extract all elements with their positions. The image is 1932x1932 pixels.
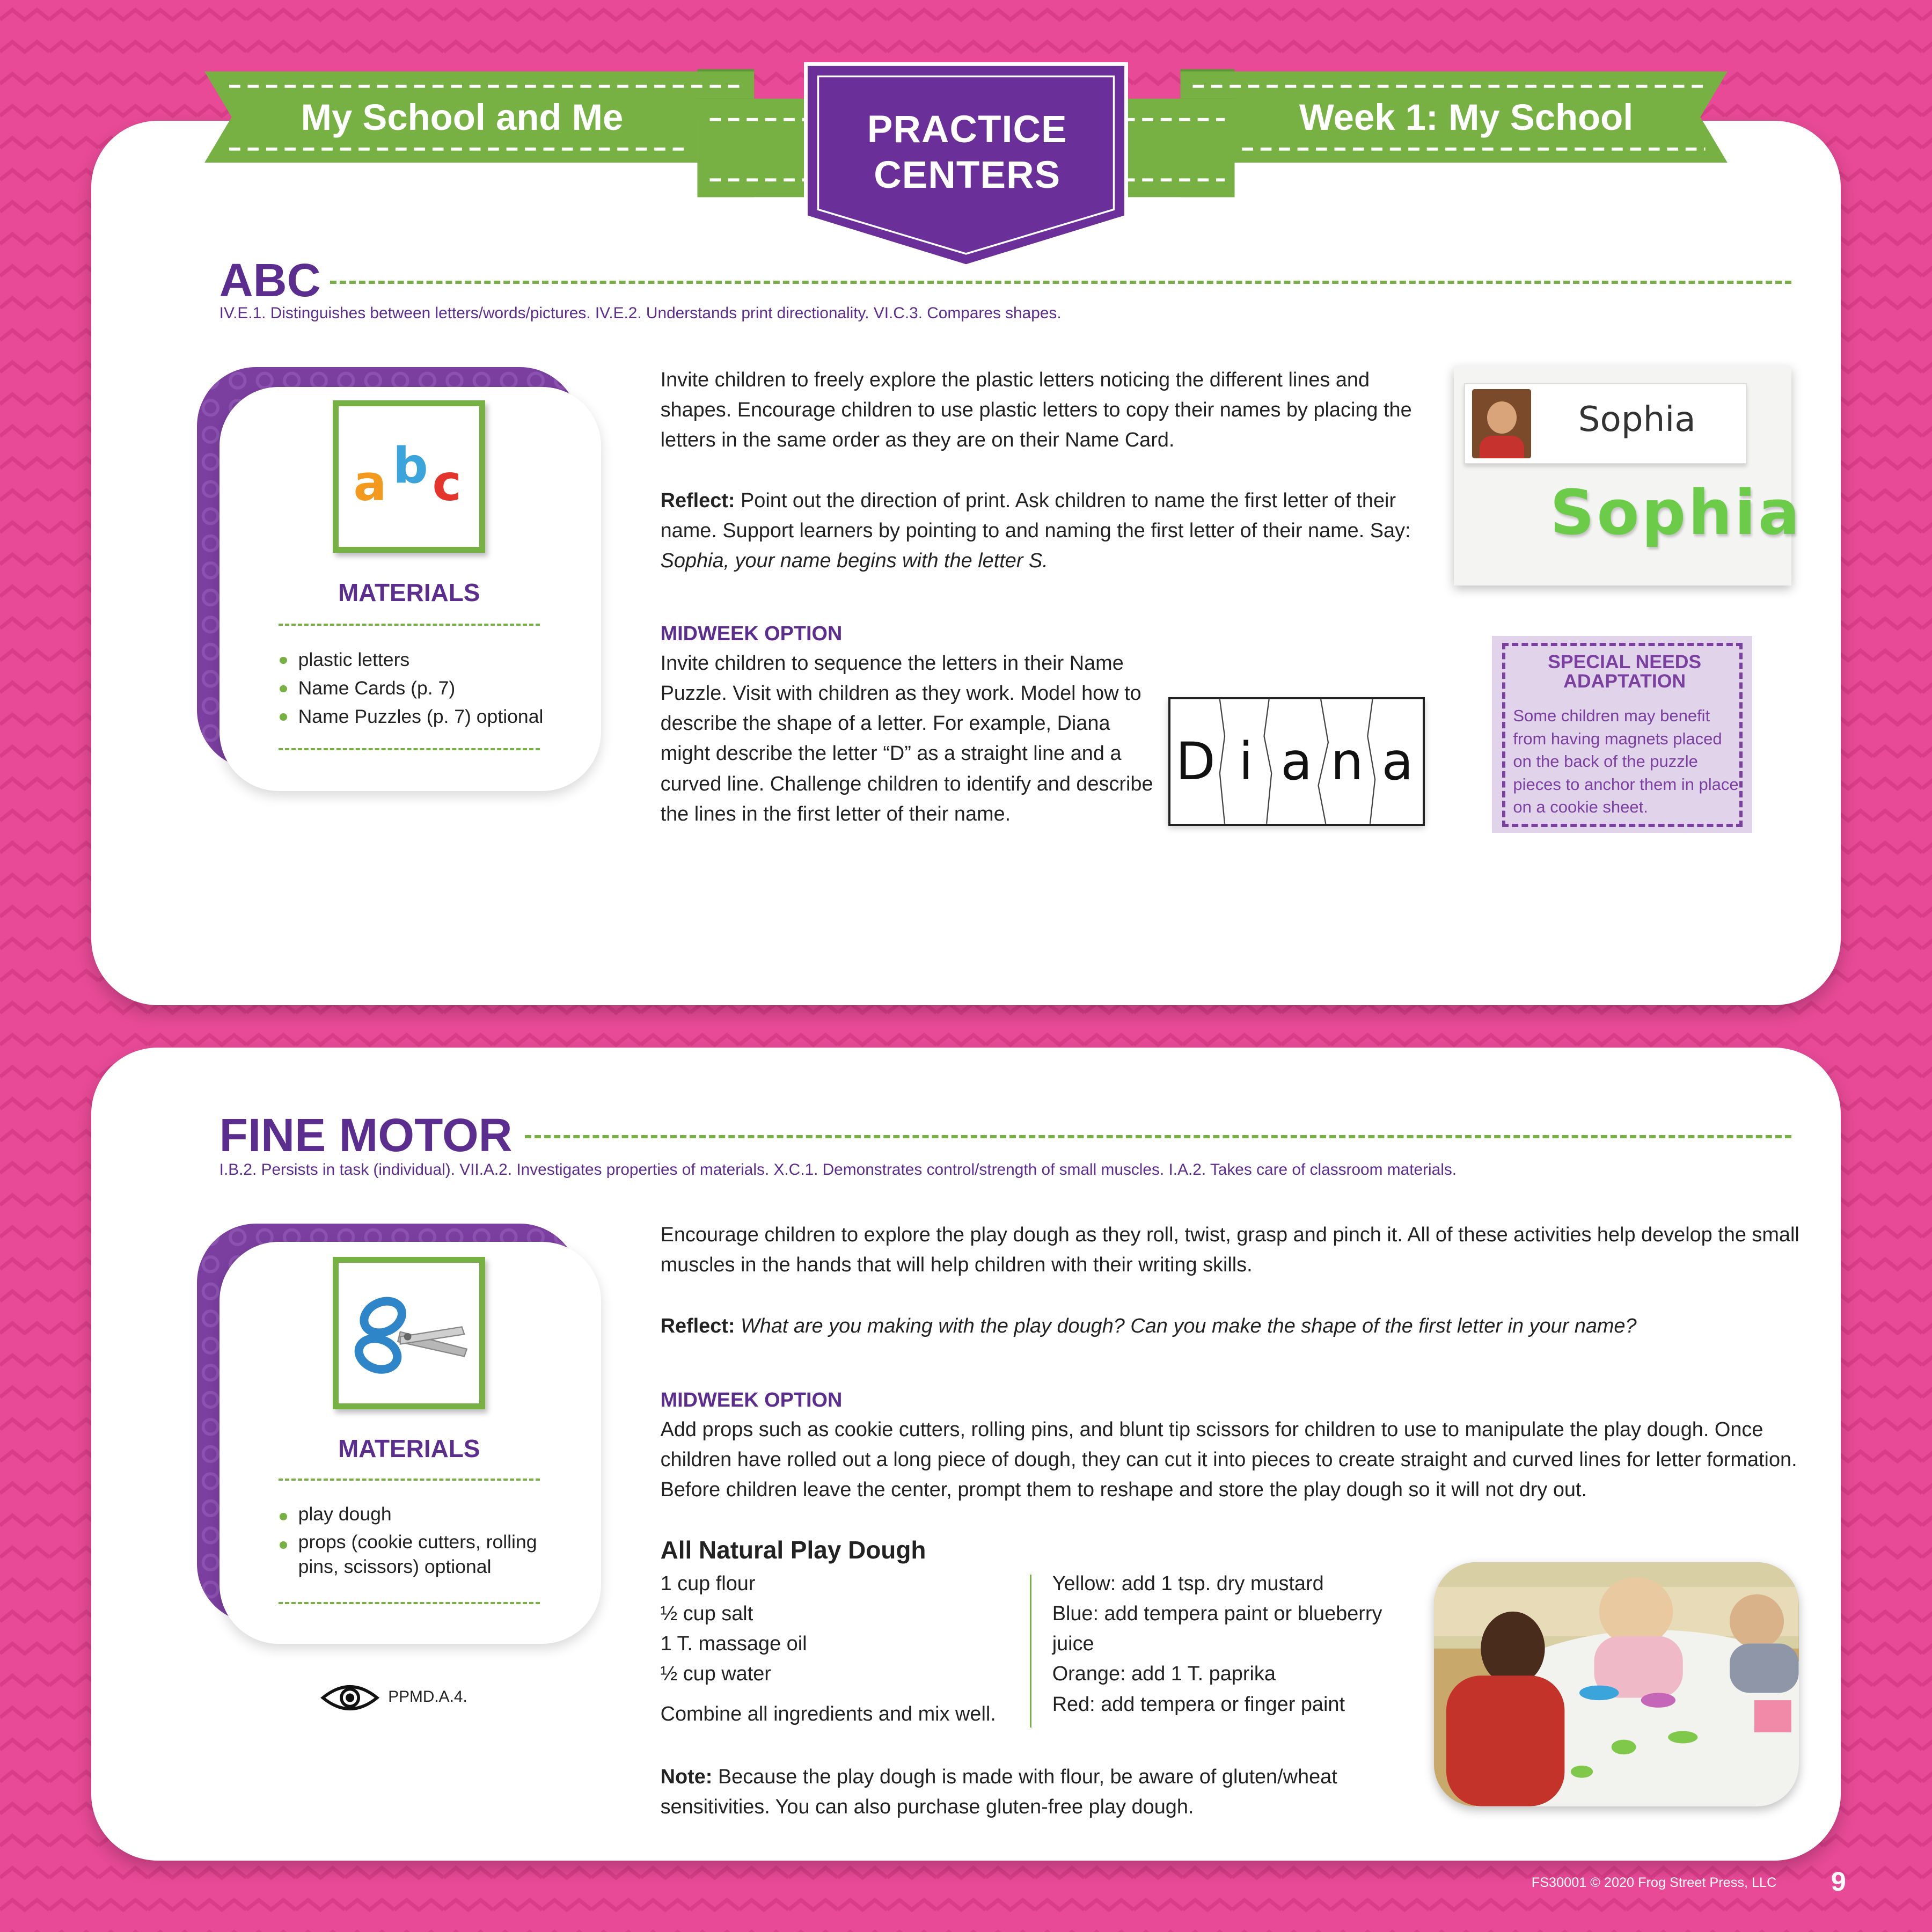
list-item: Name Puzzles (p. 7) optional (279, 702, 562, 731)
fine-motor-materials-title: MATERIALS (338, 1435, 480, 1463)
list-item: props (cookie cutters, rolling pins, sci… (279, 1530, 552, 1579)
list-item: plastic letters (279, 646, 562, 674)
play-dough-photo (1434, 1562, 1799, 1806)
svg-text:a: a (353, 455, 386, 512)
week-ribbon-right: Week 1: My School (1299, 96, 1634, 138)
fine-motor-standards: I.B.2. Persists in task (individual). VI… (219, 1160, 1457, 1179)
fine-motor-title: FINE MOTOR (219, 1109, 513, 1162)
name-card-photo: Sophia Sophia (1454, 365, 1799, 586)
recipe-color: Yellow: add 1 tsp. dry mustard (1052, 1572, 1324, 1595)
name-puzzle-image: D i a n a (1168, 697, 1425, 826)
section-ribbon-left: My School and Me (301, 96, 624, 138)
name-card-text: Sophia (1578, 399, 1696, 440)
abc-materials-title: MATERIALS (338, 578, 480, 606)
abc-intro-text: Invite children to freely explore the pl… (660, 368, 1412, 452)
abc-materials-rule-top (278, 623, 540, 626)
list-item: Name Cards (p. 7) (279, 674, 562, 702)
puzzle-letter: n (1330, 731, 1364, 792)
recipe-divider (1030, 1575, 1033, 1728)
reflect-label: Reflect: (660, 1314, 735, 1337)
fine-motor-materials-list: play dough props (cookie cutters, rollin… (279, 1502, 552, 1580)
recipe-title: All Natural Play Dough (660, 1535, 926, 1564)
recipe-colors: Yellow: add 1 tsp. dry mustard Blue: add… (1052, 1569, 1417, 1719)
recipe-combine: Combine all ingredients and mix well. (660, 1703, 996, 1726)
recipe-ingredients: 1 cup flour ½ cup salt 1 T. massage oil … (661, 1569, 1018, 1730)
reflect-italic: What are you making with the play dough?… (735, 1314, 1637, 1337)
fine-motor-midweek-title: MIDWEEK OPTION (660, 1388, 843, 1411)
recipe-ingredient: 1 cup flour (660, 1572, 756, 1595)
recipe-color: Orange: add 1 T. paprika (1052, 1663, 1276, 1686)
recipe-ingredient: 1 T. massage oil (660, 1633, 807, 1656)
copyright: FS30001 © 2020 Frog Street Press, LLC (1531, 1875, 1777, 1891)
abc-materials-rule-bottom (278, 748, 540, 750)
abc-reflect: Reflect: Point out the direction of prin… (661, 486, 1415, 576)
puzzle-letter: D (1175, 731, 1216, 792)
abc-materials-list: plastic letters Name Cards (p. 7) Name P… (279, 646, 562, 730)
fine-motor-reflect: Reflect: What are you making with the pl… (661, 1311, 1801, 1341)
eye-icon (320, 1683, 380, 1717)
abc-standards: IV.E.1. Distinguishes between letters/wo… (219, 304, 1062, 323)
child-portrait (1472, 389, 1532, 458)
fine-motor-intro: Encourage children to explore the play d… (660, 1223, 1799, 1277)
fine-motor-midweek-text: Add props such as cookie cutters, rollin… (660, 1418, 1797, 1502)
scissors-icon (332, 1256, 485, 1409)
special-needs-text: Some children may benefit from having ma… (1513, 706, 1739, 817)
recipe-ingredient: ½ cup water (660, 1663, 771, 1686)
note-text: Because the play dough is made with flou… (660, 1766, 1337, 1819)
abc-title: ABC (219, 254, 321, 306)
special-needs-title: SPECIAL NEEDS ADAPTATION (1548, 650, 1702, 692)
fine-motor-materials-rule-bottom (278, 1601, 540, 1604)
puzzle-letter: a (1280, 731, 1313, 792)
svg-text:b: b (393, 437, 428, 494)
fine-motor-materials-rule-top (278, 1479, 540, 1481)
fine-motor-note: Note: Because the play dough is made wit… (661, 1762, 1400, 1823)
abc-intro: Invite children to freely explore the pl… (661, 365, 1424, 456)
puzzle-letter: i (1239, 731, 1254, 792)
fine-motor-title-rule (525, 1135, 1792, 1138)
svg-text:c: c (432, 455, 461, 512)
reflect-italic: Sophia, your name begins with the letter… (660, 550, 1048, 573)
recipe-ingredient: ½ cup salt (660, 1602, 753, 1625)
reflect-label: Reflect: (660, 489, 735, 512)
practice-centers-badge: PRACTICE CENTERS (867, 108, 1067, 196)
recipe-color: Red: add tempera or finger paint (1052, 1693, 1345, 1716)
reflect-text: Point out the direction of print. Ask ch… (660, 489, 1411, 542)
eye-code: PPMD.A.4. (388, 1688, 467, 1706)
plastic-letters-name: Sophia (1550, 477, 1802, 549)
abc-title-rule (330, 281, 1792, 284)
recipe-color: Blue: add tempera paint or blueberry jui… (1052, 1602, 1382, 1656)
special-needs-box: SPECIAL NEEDS ADAPTATION Some children m… (1492, 635, 1752, 833)
note-label: Note: (660, 1766, 713, 1789)
abc-midweek-text: Invite children to sequence the letters … (660, 652, 1153, 825)
abc-letters-icon: a b c (332, 400, 485, 553)
list-item: play dough (279, 1502, 552, 1527)
name-card: Sophia (1463, 383, 1747, 464)
page-number: 9 (1831, 1865, 1846, 1897)
puzzle-letter: a (1381, 731, 1414, 792)
abc-midweek-title: MIDWEEK OPTION (660, 622, 843, 645)
